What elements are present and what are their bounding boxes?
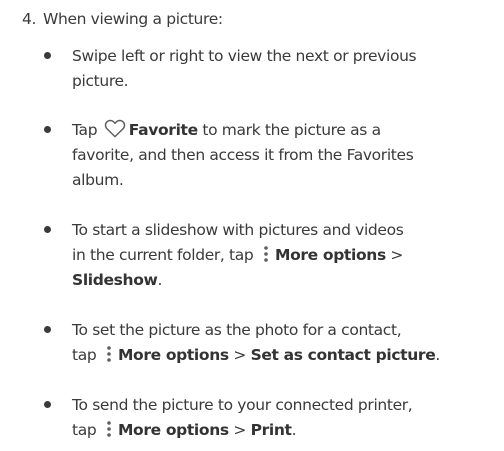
text-line: To send the picture to your connected pr… [72,396,413,414]
favorite-label: Favorite [128,121,198,139]
text-fragment: Tap [72,121,98,139]
text-fragment: . [435,346,440,364]
print-label: Print [250,421,292,439]
text-line: album. [72,171,124,189]
bullet-dot [44,52,51,59]
text-line: picture. [72,72,129,90]
bullet-dot [44,326,51,333]
menu-separator: > [233,421,246,439]
step-number: 4. [22,10,37,28]
heart-icon [104,119,126,138]
bullet-dot [44,226,51,233]
text-fragment: . [291,421,297,439]
menu-separator: > [390,246,404,264]
more-options-label: More options [117,421,229,439]
more-options-label: More options [275,246,386,264]
more-options-icon [105,420,113,438]
more-options-icon [105,345,113,363]
bullet-dot [44,401,51,408]
text-line: Swipe left or right to view the next or … [72,47,417,65]
list-item-text: To set the picture as the photo for a co… [72,318,504,368]
bullet-dot [44,126,51,133]
text-fragment: . [157,271,163,289]
list-item-text: To send the picture to your connected pr… [72,393,504,443]
text-fragment: tap [72,346,97,364]
step-heading: 4. When viewing a picture: [22,8,223,30]
text-line: favorite, and then access it from the Fa… [72,146,414,164]
list-item-text: Swipe left or right to view the next or … [72,44,504,94]
text-fragment: in the current folder, tap [72,246,254,264]
more-options-icon [262,245,270,263]
more-options-label: More options [117,346,229,364]
text-line: To set the picture as the photo for a co… [72,321,402,339]
step-intro: When viewing a picture: [43,10,223,28]
slideshow-label: Slideshow [72,271,158,289]
text-fragment: tap [72,421,97,439]
text-fragment: to mark the picture as a [202,121,381,139]
set-as-contact-picture-label: Set as contact picture [250,346,436,364]
list-item-text: To start a slideshow with pictures and v… [72,218,504,293]
menu-separator: > [233,346,246,364]
list-item-text: Tap Favorite to mark the picture as a fa… [72,118,504,193]
text-line: To start a slideshow with pictures and v… [72,221,404,239]
